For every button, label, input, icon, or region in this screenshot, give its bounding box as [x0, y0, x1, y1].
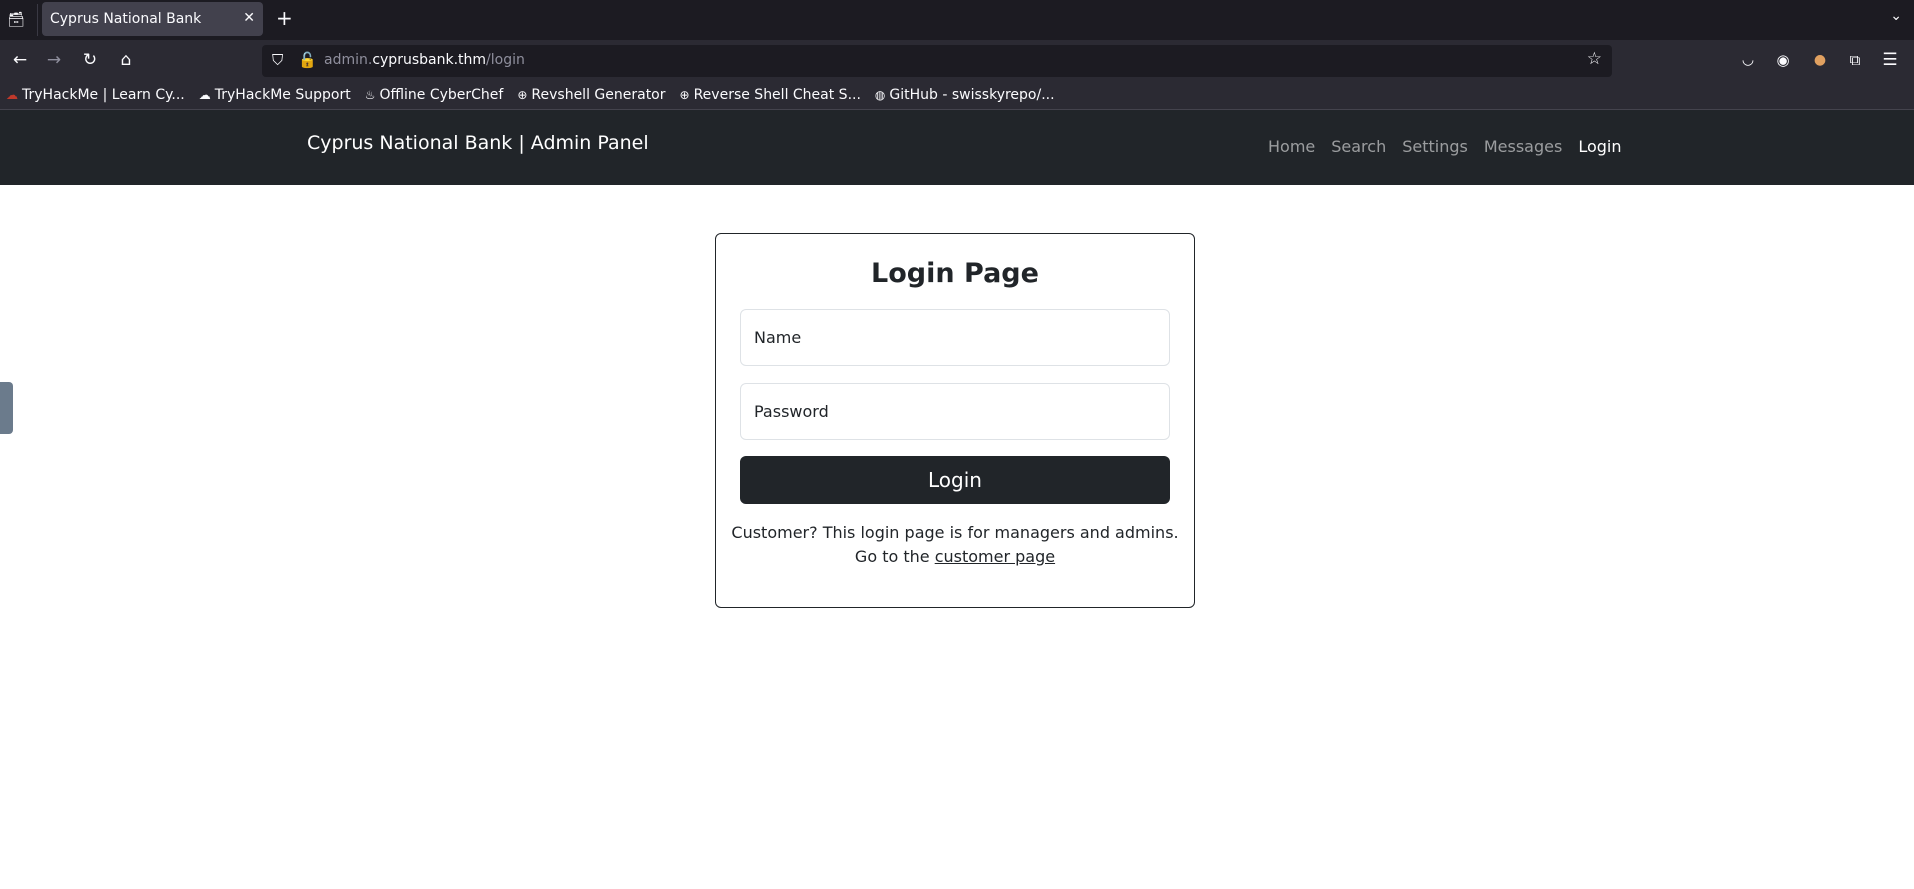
- github-icon: ◍: [874, 87, 886, 102]
- chevron-down-icon[interactable]: ⌄: [1890, 8, 1902, 24]
- site-brand[interactable]: Cyprus National Bank | Admin Panel: [307, 132, 649, 154]
- bookmark-item[interactable]: ♨ Offline CyberChef: [365, 87, 504, 103]
- customer-note: Customer? This login page is for manager…: [716, 521, 1194, 569]
- nav-home[interactable]: Home: [1268, 137, 1315, 156]
- tab-separator: [37, 4, 38, 36]
- password-input[interactable]: Password: [740, 383, 1170, 440]
- name-placeholder: Name: [754, 328, 802, 347]
- insecure-lock-icon[interactable]: 🔓: [298, 51, 317, 69]
- tab-list-icon[interactable]: 🗃: [4, 8, 28, 32]
- reload-icon[interactable]: ↻: [78, 48, 102, 72]
- name-input[interactable]: Name: [740, 309, 1170, 366]
- note-line-2: Go to the customer page: [854, 547, 1056, 566]
- browser-tab-bar: 🗃 Cyprus National Bank ✕ + ⌄: [0, 0, 1914, 40]
- new-tab-icon[interactable]: +: [276, 6, 293, 30]
- note-line-1: Customer? This login page is for manager…: [731, 523, 1179, 542]
- account-icon[interactable]: ◉: [1771, 48, 1795, 72]
- browser-nav-bar: ← → ↻ ⌂ ⛉ 🔓 admin.cyprusbank.thm/login ☆…: [0, 40, 1914, 80]
- menu-hamburger-icon[interactable]: ☰: [1878, 48, 1902, 72]
- bookmark-item[interactable]: ⊕ Reverse Shell Cheat S...: [680, 87, 861, 103]
- nav-login[interactable]: Login: [1578, 137, 1621, 156]
- login-card: Login Page Name Password Login Customer?…: [715, 233, 1195, 608]
- home-icon[interactable]: ⌂: [114, 48, 138, 72]
- sidebar-handle[interactable]: [0, 382, 13, 434]
- tab-title: Cyprus National Bank: [50, 11, 202, 27]
- globe-icon: ⊕: [517, 87, 528, 102]
- globe-icon: ⊕: [679, 87, 690, 102]
- page-title: Login Page: [871, 258, 1039, 289]
- chef-icon: ♨: [364, 87, 376, 102]
- back-icon[interactable]: ←: [8, 48, 32, 72]
- login-button[interactable]: Login: [740, 456, 1170, 504]
- site-nav: Home Search Settings Messages Login: [1268, 137, 1637, 156]
- password-placeholder: Password: [754, 402, 829, 421]
- customer-page-link[interactable]: customer page: [935, 547, 1055, 566]
- url-text[interactable]: admin.cyprusbank.thm/login: [324, 52, 525, 68]
- bookmark-item[interactable]: ⊕ Revshell Generator: [517, 87, 665, 103]
- close-tab-icon[interactable]: ✕: [243, 10, 255, 26]
- bookmark-item[interactable]: ☁ TryHackMe Support: [199, 87, 351, 103]
- url-bar[interactable]: ⛉ 🔓 admin.cyprusbank.thm/login ☆: [262, 45, 1612, 77]
- extensions-puzzle-icon[interactable]: ⧉: [1843, 48, 1867, 72]
- forward-icon[interactable]: →: [42, 48, 66, 72]
- browser-tab[interactable]: Cyprus National Bank ✕: [42, 2, 263, 36]
- nav-messages[interactable]: Messages: [1484, 137, 1562, 156]
- site-header: Cyprus National Bank | Admin Panel Home …: [0, 110, 1914, 185]
- bookmark-star-icon[interactable]: ☆: [1587, 49, 1602, 69]
- nav-search[interactable]: Search: [1331, 137, 1386, 156]
- bookmark-item[interactable]: ☁ TryHackMe | Learn Cy...: [6, 87, 185, 103]
- extension-ublock-icon[interactable]: ●: [1808, 48, 1832, 72]
- bookmarks-bar: ☁ TryHackMe | Learn Cy... ☁ TryHackMe Supp…: [0, 80, 1914, 110]
- cloud-icon: ☁: [6, 87, 18, 102]
- cloud-icon: ☁: [198, 87, 211, 102]
- shield-icon[interactable]: ⛉: [272, 51, 283, 69]
- nav-settings[interactable]: Settings: [1402, 137, 1468, 156]
- bookmark-item[interactable]: ◍ GitHub - swisskyrepo/...: [875, 87, 1055, 103]
- pocket-icon[interactable]: ◡: [1736, 48, 1760, 72]
